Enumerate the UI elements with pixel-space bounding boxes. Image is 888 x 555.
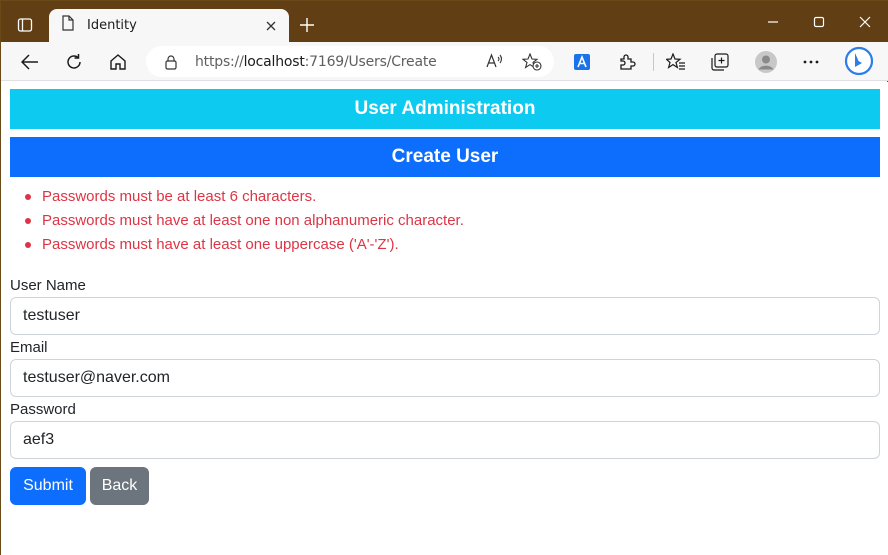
url-host: localhost (243, 54, 305, 70)
page-icon (61, 15, 75, 36)
browser-window: Identity https://localhost:7169/Users/Cr… (0, 0, 888, 555)
close-tab-icon[interactable] (263, 18, 279, 34)
validation-error: Passwords must have at least one upperca… (25, 234, 464, 258)
password-input[interactable] (10, 421, 880, 459)
collections-icon[interactable] (707, 49, 733, 75)
close-window-icon[interactable] (853, 11, 877, 33)
url-text[interactable]: https://localhost:7169/Users/Create (195, 54, 437, 70)
back-button[interactable]: Back (90, 467, 149, 505)
maximize-icon[interactable] (807, 11, 831, 33)
back-arrow-icon[interactable] (17, 49, 43, 75)
profile-avatar-icon[interactable] (753, 49, 779, 75)
validation-summary: Passwords must be at least 6 characters.… (25, 186, 464, 258)
tab-title: Identity (87, 18, 137, 33)
email-label: Email (10, 339, 48, 356)
minimize-icon[interactable] (761, 11, 785, 33)
new-tab-icon[interactable] (295, 13, 319, 37)
read-aloud-icon[interactable] (486, 53, 504, 74)
username-label: User Name (10, 277, 86, 294)
more-options-icon[interactable] (798, 49, 824, 75)
create-user-banner: Create User (10, 137, 880, 177)
favorites-icon[interactable] (663, 49, 689, 75)
user-administration-banner: User Administration (10, 89, 880, 129)
page-content: User Administration Create User Password… (1, 82, 888, 555)
url-path: :7169/Users/Create (304, 54, 437, 70)
address-bar[interactable]: https://localhost:7169/Users/Create (146, 46, 554, 77)
validation-error: Passwords must have at least one non alp… (25, 210, 464, 234)
validation-error: Passwords must be at least 6 characters. (25, 186, 464, 210)
password-label: Password (10, 401, 76, 418)
browser-toolbar: https://localhost:7169/Users/Create (1, 42, 888, 81)
title-bar: Identity (1, 1, 888, 42)
email-input[interactable] (10, 359, 880, 397)
browser-tab[interactable]: Identity (49, 9, 289, 42)
bing-chat-icon[interactable] (843, 45, 875, 77)
translate-icon[interactable] (569, 49, 595, 75)
refresh-icon[interactable] (61, 49, 87, 75)
lock-icon[interactable] (164, 54, 178, 75)
submit-button[interactable]: Submit (10, 467, 86, 505)
extensions-icon[interactable] (614, 49, 640, 75)
username-input[interactable] (10, 297, 880, 335)
toolbar-divider (653, 53, 654, 71)
add-favorite-icon[interactable] (521, 52, 542, 76)
url-prefix: https:// (195, 54, 244, 70)
home-icon[interactable] (105, 49, 131, 75)
tab-actions-icon[interactable] (9, 9, 41, 41)
